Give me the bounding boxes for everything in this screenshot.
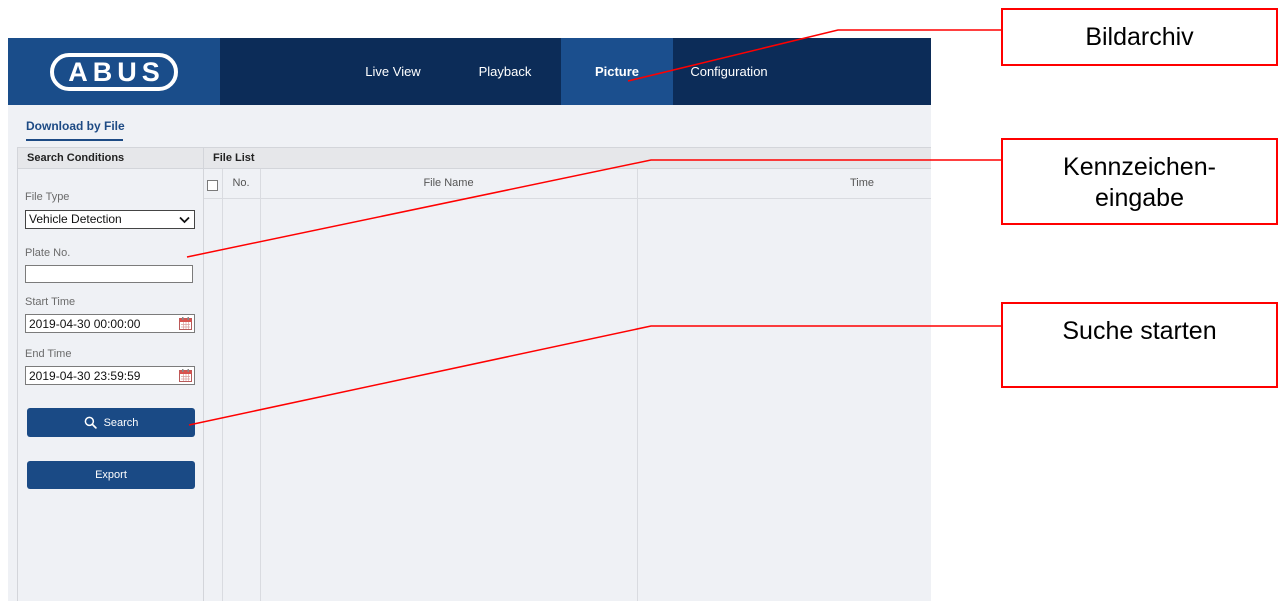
top-navigation-bar: ABUS Live View Playback Picture Configur… — [8, 38, 931, 105]
column-header-no[interactable]: No. — [222, 169, 260, 198]
annotation-box-suche-starten: Suche starten — [1001, 302, 1278, 388]
start-time-label: Start Time — [25, 296, 76, 308]
calendar-icon[interactable] — [179, 369, 192, 382]
annotation-text: Suche starten — [1062, 317, 1217, 345]
file-type-value: Vehicle Detection — [29, 212, 122, 226]
file-type-select[interactable]: Vehicle Detection — [25, 210, 195, 229]
annotation-text: Bildarchiv — [1085, 23, 1194, 51]
annotation-box-bildarchiv: Bildarchiv — [1001, 8, 1278, 66]
search-icon — [84, 416, 97, 429]
end-time-label: End Time — [25, 348, 72, 360]
annotation-text: Kennzeichen- — [1063, 153, 1216, 181]
abus-logo[interactable]: ABUS — [50, 53, 178, 91]
calendar-icon-graphic — [179, 317, 192, 330]
plate-number-label: Plate No. — [25, 247, 71, 259]
column-header-time[interactable]: Time — [637, 169, 931, 198]
column-header-file-name[interactable]: File Name — [260, 169, 637, 198]
panel-header-row — [17, 147, 931, 169]
download-panel: Search Conditions File List File Type Ve… — [17, 147, 931, 601]
search-conditions-title: Search Conditions — [27, 152, 125, 164]
camera-web-interface: ABUS Live View Playback Picture Configur… — [8, 38, 931, 601]
logo-block: ABUS — [8, 38, 220, 105]
plate-number-input[interactable] — [25, 265, 193, 283]
nav-tab-configuration[interactable]: Configuration — [673, 38, 785, 105]
search-button-label: Search — [103, 416, 139, 429]
nav-tab-live-view[interactable]: Live View — [337, 38, 449, 105]
tab-download-by-file[interactable]: Download by File — [26, 119, 125, 133]
file-list-title: File List — [213, 152, 255, 164]
screenshot-canvas: ABUS Live View Playback Picture Configur… — [0, 0, 1285, 601]
logo-text: ABUS — [68, 57, 165, 87]
calendar-icon[interactable] — [179, 317, 192, 330]
file-list-table-body — [204, 199, 931, 601]
file-type-label: File Type — [25, 191, 70, 203]
select-all-checkbox[interactable] — [207, 180, 218, 191]
main-nav: Live View Playback Picture Configuration — [337, 38, 785, 105]
search-button[interactable]: Search — [27, 408, 195, 437]
chevron-down-icon — [179, 216, 190, 224]
annotation-text: eingabe — [1095, 184, 1184, 212]
panel-left-border — [17, 147, 18, 601]
annotation-box-kennzeichen: Kennzeichen- eingabe — [1001, 138, 1278, 225]
nav-tab-playback[interactable]: Playback — [449, 38, 561, 105]
end-time-input[interactable] — [25, 366, 195, 385]
export-button[interactable]: Export — [27, 461, 195, 489]
nav-tab-picture[interactable]: Picture — [561, 38, 673, 105]
active-tab-indicator — [26, 139, 123, 141]
start-time-input[interactable] — [25, 314, 195, 333]
export-button-label: Export — [95, 469, 127, 481]
calendar-icon-graphic — [179, 369, 192, 382]
